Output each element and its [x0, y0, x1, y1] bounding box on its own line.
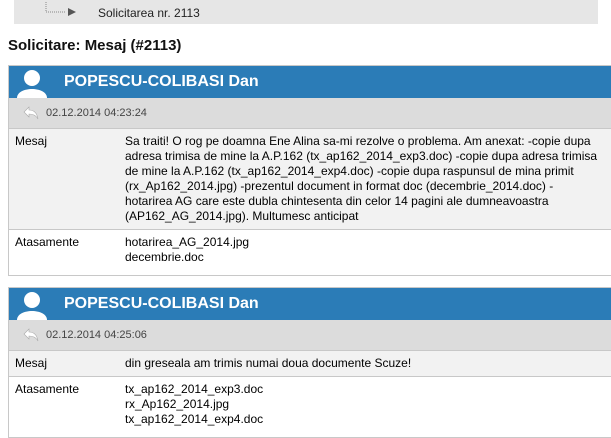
breadcrumb: Solicitarea nr. 2113: [14, 0, 598, 24]
message-card: POPESCU-COLIBASI Dan 02.12.2014 04:23:24…: [8, 65, 611, 276]
attachments-label: Atasamente: [15, 382, 80, 396]
message-label: Mesaj: [15, 356, 48, 370]
message-date: 02.12.2014 04:25:06: [46, 329, 147, 341]
attachments-row: Atasamente hotarirea_AG_2014.jpg decembr…: [9, 230, 611, 270]
attachment-link[interactable]: rx_Ap162_2014.jpg: [125, 397, 599, 412]
message-meta: 02.12.2014 04:23:24: [9, 98, 611, 129]
message-label: Mesaj: [15, 134, 48, 148]
attachment-link[interactable]: decembrie.doc: [125, 250, 599, 265]
reply-arrow-icon[interactable]: [23, 106, 39, 120]
message-meta: 02.12.2014 04:25:06: [9, 320, 611, 351]
attachments-list: tx_ap162_2014_exp3.doc rx_Ap162_2014.jpg…: [125, 377, 611, 432]
author-name: POPESCU-COLIBASI Dan: [64, 295, 259, 312]
reply-arrow-icon[interactable]: [23, 328, 39, 342]
message-header: POPESCU-COLIBASI Dan: [9, 66, 611, 98]
message-text: Sa traiti! O rog pe doamna Ene Alina sa-…: [125, 134, 598, 223]
attachments-label: Atasamente: [15, 235, 80, 249]
message-text: din greseala am trimis numai doua docume…: [125, 356, 412, 370]
attachments-list: hotarirea_AG_2014.jpg decembrie.doc: [125, 230, 611, 270]
message-date: 02.12.2014 04:23:24: [46, 107, 147, 119]
message-card: POPESCU-COLIBASI Dan 02.12.2014 04:25:06…: [8, 287, 611, 438]
message-header: POPESCU-COLIBASI Dan: [9, 288, 611, 320]
page-title: Solicitare: Mesaj (#2113): [8, 37, 182, 54]
message-row: Mesaj Sa traiti! O rog pe doamna Ene Ali…: [9, 129, 611, 230]
attachments-row: Atasamente tx_ap162_2014_exp3.doc rx_Ap1…: [9, 377, 611, 432]
attachment-link[interactable]: hotarirea_AG_2014.jpg: [125, 235, 599, 250]
avatar-icon: [17, 292, 47, 320]
message-row: Mesaj din greseala am trimis numai doua …: [9, 351, 611, 377]
avatar-icon: [17, 70, 47, 98]
attachment-link[interactable]: tx_ap162_2014_exp3.doc: [125, 382, 599, 397]
author-name: POPESCU-COLIBASI Dan: [64, 73, 259, 90]
tree-branch-arrow-icon: [45, 2, 76, 16]
attachment-link[interactable]: tx_ap162_2014_exp4.doc: [125, 412, 599, 427]
breadcrumb-item-request[interactable]: Solicitarea nr. 2113: [98, 6, 200, 20]
